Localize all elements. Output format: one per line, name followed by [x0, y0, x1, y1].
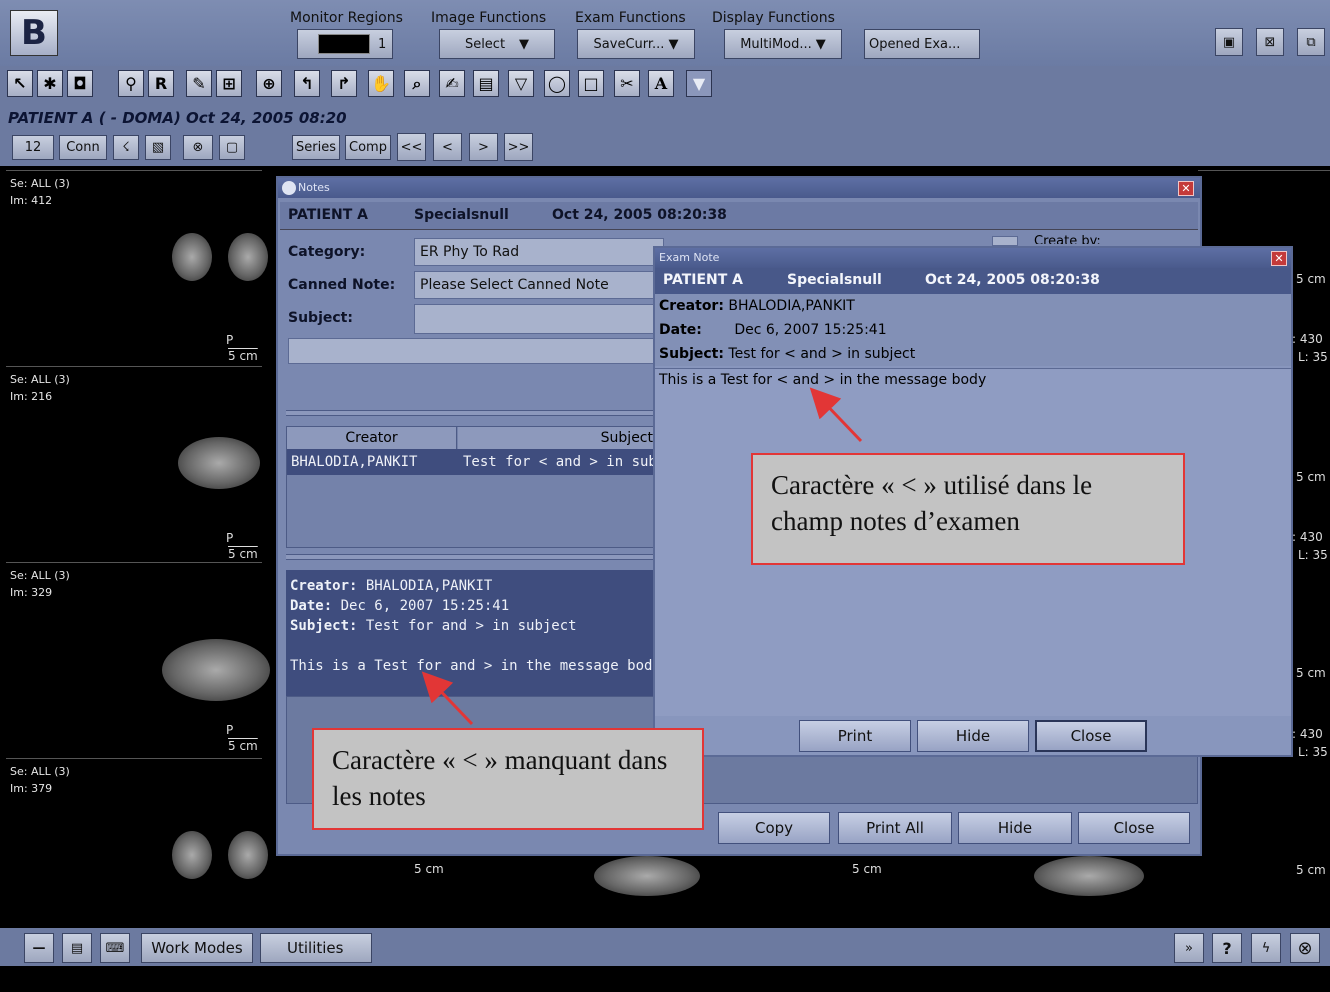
arrow-to-notes: [421, 671, 474, 726]
minimize-icon[interactable]: —: [24, 933, 54, 963]
expand-icon[interactable]: »: [1174, 933, 1204, 963]
callout-arrows: [421, 387, 863, 726]
utilities-button[interactable]: Utilities: [260, 933, 372, 963]
arrow-to-exam-note: [809, 387, 863, 443]
power-icon[interactable]: ϟ: [1251, 933, 1281, 963]
cancel-icon[interactable]: ⊗: [1290, 933, 1320, 963]
list-icon[interactable]: ▤: [62, 933, 92, 963]
work-modes-button[interactable]: Work Modes: [141, 933, 253, 963]
help-icon[interactable]: ?: [1212, 933, 1242, 963]
keyboard-icon[interactable]: ⌨: [100, 933, 130, 963]
